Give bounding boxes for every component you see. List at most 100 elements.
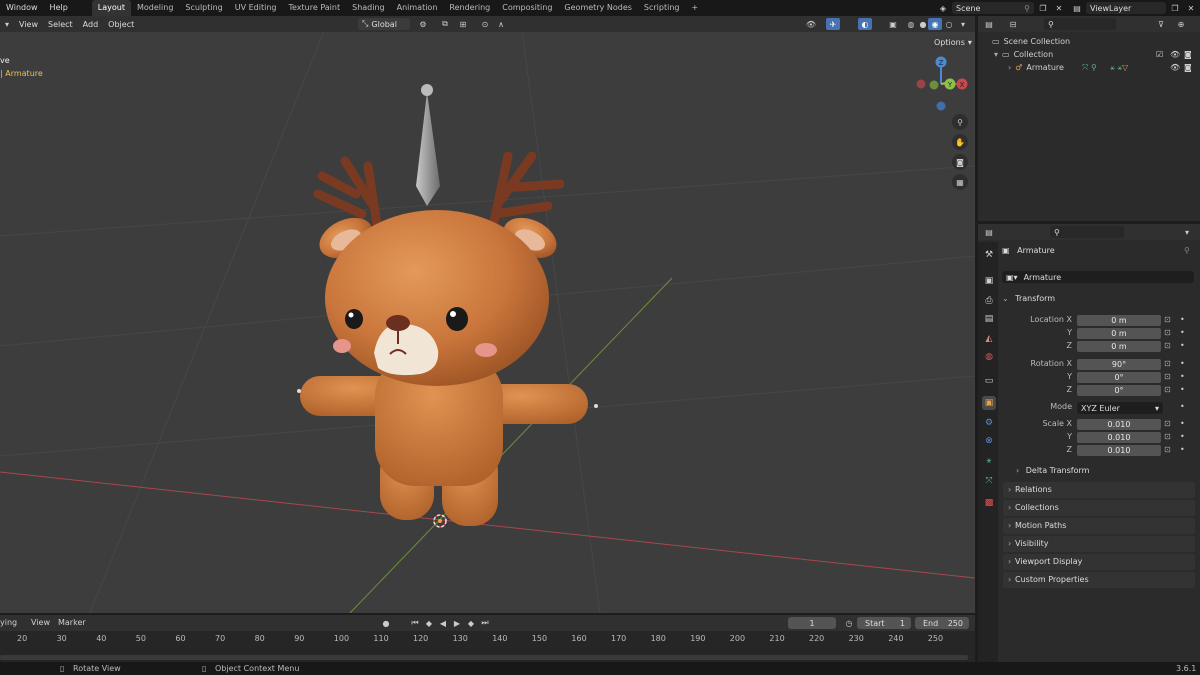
tab-layout[interactable]: Layout: [91, 0, 131, 16]
menu-object[interactable]: Object: [103, 20, 139, 29]
transform-panel-header[interactable]: ⌄ Transform: [1002, 294, 1055, 303]
scene-selector[interactable]: Scene ⚲: [952, 2, 1034, 14]
location-x-field[interactable]: 0 m: [1077, 315, 1161, 326]
gizmo-neg-y[interactable]: [929, 80, 939, 90]
bone-tab-icon[interactable]: ⤧: [982, 474, 996, 488]
tab-animation[interactable]: Animation: [391, 0, 444, 16]
tab-sculpting[interactable]: Sculpting: [179, 0, 228, 16]
scale-z-field[interactable]: 0.010: [1077, 445, 1161, 456]
record-icon[interactable]: ●: [379, 617, 393, 629]
gizmo-toggle-icon[interactable]: ✈: [826, 18, 840, 30]
frame-ruler[interactable]: 20 30 40 50 60 70 80 90 100 110 120 130 140 150 160 170…: [0, 633, 975, 647]
options-button[interactable]: Options ▾: [930, 36, 972, 48]
outliner-row-armature[interactable]: › ♂ Armature ⤧ ⚲ ⚹ ⚹ ▽ 👁 ◙: [978, 61, 1200, 74]
gizmo-neg-x[interactable]: [916, 79, 926, 89]
next-keyframe-icon[interactable]: ◆: [464, 617, 478, 629]
lock-icon[interactable]: ⊡: [1164, 328, 1171, 337]
menu-view[interactable]: View: [14, 20, 43, 29]
object-name-field[interactable]: ▣▾ Armature: [1002, 271, 1194, 283]
current-frame-field[interactable]: 1: [788, 617, 836, 629]
overlay-toggle-icon[interactable]: ◐: [858, 18, 872, 30]
play-reverse-icon[interactable]: ◀: [436, 617, 450, 629]
new-scene-icon[interactable]: ❐: [1036, 2, 1050, 14]
3d-viewport[interactable]: ▾ View Select Add Object ⤡ Global ⚙ ⧉ ⊞ …: [0, 16, 975, 613]
menu-marker[interactable]: Marker: [58, 618, 86, 627]
view-layer-selector[interactable]: ViewLayer: [1086, 2, 1166, 14]
clock-icon[interactable]: ◷: [842, 617, 856, 629]
outliner-search-input[interactable]: ⚲: [1044, 18, 1116, 30]
tab-shading[interactable]: Shading: [346, 0, 391, 16]
keyframe-dot-icon[interactable]: •: [1180, 402, 1185, 411]
gizmo-neg-z[interactable]: [936, 101, 946, 111]
eye-icon[interactable]: 👁: [1170, 63, 1180, 72]
delta-transform-header[interactable]: › Delta Transform: [1016, 466, 1089, 475]
pivot-icon[interactable]: ⚙: [416, 18, 430, 30]
tab-rendering[interactable]: Rendering: [443, 0, 496, 16]
3d-cursor[interactable]: [433, 514, 447, 528]
keyframe-dot-icon[interactable]: •: [1180, 359, 1185, 368]
snap-icon[interactable]: ⧉: [438, 18, 452, 30]
bone-tip[interactable]: [421, 84, 433, 96]
keyframe-dot-icon[interactable]: •: [1180, 419, 1185, 428]
delete-view-layer-icon[interactable]: ✕: [1184, 2, 1198, 14]
shading-material-icon[interactable]: ◉: [928, 18, 942, 30]
display-mode-icon[interactable]: ⊟: [1006, 18, 1020, 30]
render-tab-icon[interactable]: ▣: [982, 274, 996, 288]
menu-add[interactable]: Add: [78, 20, 104, 29]
keyframe-dot-icon[interactable]: •: [1180, 445, 1185, 454]
keyframe-dot-icon[interactable]: •: [1180, 432, 1185, 441]
navigation-gizmo[interactable]: X Z Y: [910, 52, 972, 114]
texture-tab-icon[interactable]: ▩: [982, 496, 996, 510]
panel-visibility[interactable]: Visibility: [1003, 536, 1195, 552]
start-frame-field[interactable]: Start 1: [857, 617, 911, 629]
grid-view-icon[interactable]: ▦: [952, 174, 968, 190]
pin-icon[interactable]: ⚲: [1184, 246, 1190, 255]
falloff-icon[interactable]: ∧: [494, 18, 508, 30]
lock-icon[interactable]: ⊡: [1164, 372, 1171, 381]
visibility-icon[interactable]: 👁: [804, 18, 818, 30]
editor-type-icon[interactable]: ▾: [0, 18, 14, 30]
camera-icon[interactable]: ◙: [952, 154, 968, 170]
keyframe-dot-icon[interactable]: •: [1180, 372, 1185, 381]
pin-icon[interactable]: ⚲: [1024, 4, 1030, 13]
chevron-down-icon[interactable]: ▾: [1180, 226, 1194, 238]
view-layer-icon[interactable]: ▤: [1070, 2, 1084, 14]
menu-timeline-view[interactable]: View: [31, 618, 50, 627]
tool-tab-icon[interactable]: ⚒: [982, 248, 996, 262]
jump-end-icon[interactable]: ⏭: [478, 617, 492, 629]
snap-target-icon[interactable]: ⊞: [456, 18, 470, 30]
lock-icon[interactable]: ⊡: [1164, 419, 1171, 428]
panel-viewport-display[interactable]: Viewport Display: [1003, 554, 1195, 570]
filter-icon[interactable]: ⊽: [1154, 18, 1168, 30]
lock-icon[interactable]: ⊡: [1164, 445, 1171, 454]
panel-motion-paths[interactable]: Motion Paths: [1003, 518, 1195, 534]
tab-geometry-nodes[interactable]: Geometry Nodes: [558, 0, 637, 16]
expand-chevron-icon[interactable]: ▾: [994, 50, 998, 59]
camera-render-icon[interactable]: ◙: [1184, 50, 1192, 59]
panel-custom-properties[interactable]: Custom Properties: [1003, 572, 1195, 588]
scale-y-field[interactable]: 0.010: [1077, 432, 1161, 443]
outliner-editor-icon[interactable]: ▤: [982, 18, 996, 30]
outliner-row-scene-collection[interactable]: ▭ Scene Collection: [978, 35, 1200, 48]
properties-search-input[interactable]: ⚲: [1050, 226, 1124, 238]
rotation-mode-select[interactable]: XYZ Euler ▾: [1077, 402, 1163, 414]
xray-icon[interactable]: ▣: [886, 18, 900, 30]
keyframe-dot-icon[interactable]: •: [1180, 315, 1185, 324]
rotation-y-field[interactable]: 0°: [1077, 372, 1161, 383]
viewport-scene[interactable]: [0, 16, 975, 613]
menu-playback[interactable]: ying: [0, 618, 17, 627]
zoom-icon[interactable]: ⚲: [952, 114, 968, 130]
scene-icon[interactable]: ◈: [936, 2, 950, 14]
rotation-x-field[interactable]: 90°: [1077, 359, 1161, 370]
tab-uv-editing[interactable]: UV Editing: [229, 0, 283, 16]
end-frame-field[interactable]: End 250: [915, 617, 969, 629]
menu-select[interactable]: Select: [43, 20, 78, 29]
new-view-layer-icon[interactable]: ❐: [1168, 2, 1182, 14]
jump-start-icon[interactable]: ⏮: [408, 617, 422, 629]
panel-collections[interactable]: Collections: [1003, 500, 1195, 516]
keyframe-dot-icon[interactable]: •: [1180, 341, 1185, 350]
lock-icon[interactable]: ⊡: [1164, 341, 1171, 350]
tab-modeling[interactable]: Modeling: [131, 0, 179, 16]
menu-window[interactable]: Window: [0, 0, 44, 16]
checkbox-icon[interactable]: ☑: [1156, 50, 1163, 59]
